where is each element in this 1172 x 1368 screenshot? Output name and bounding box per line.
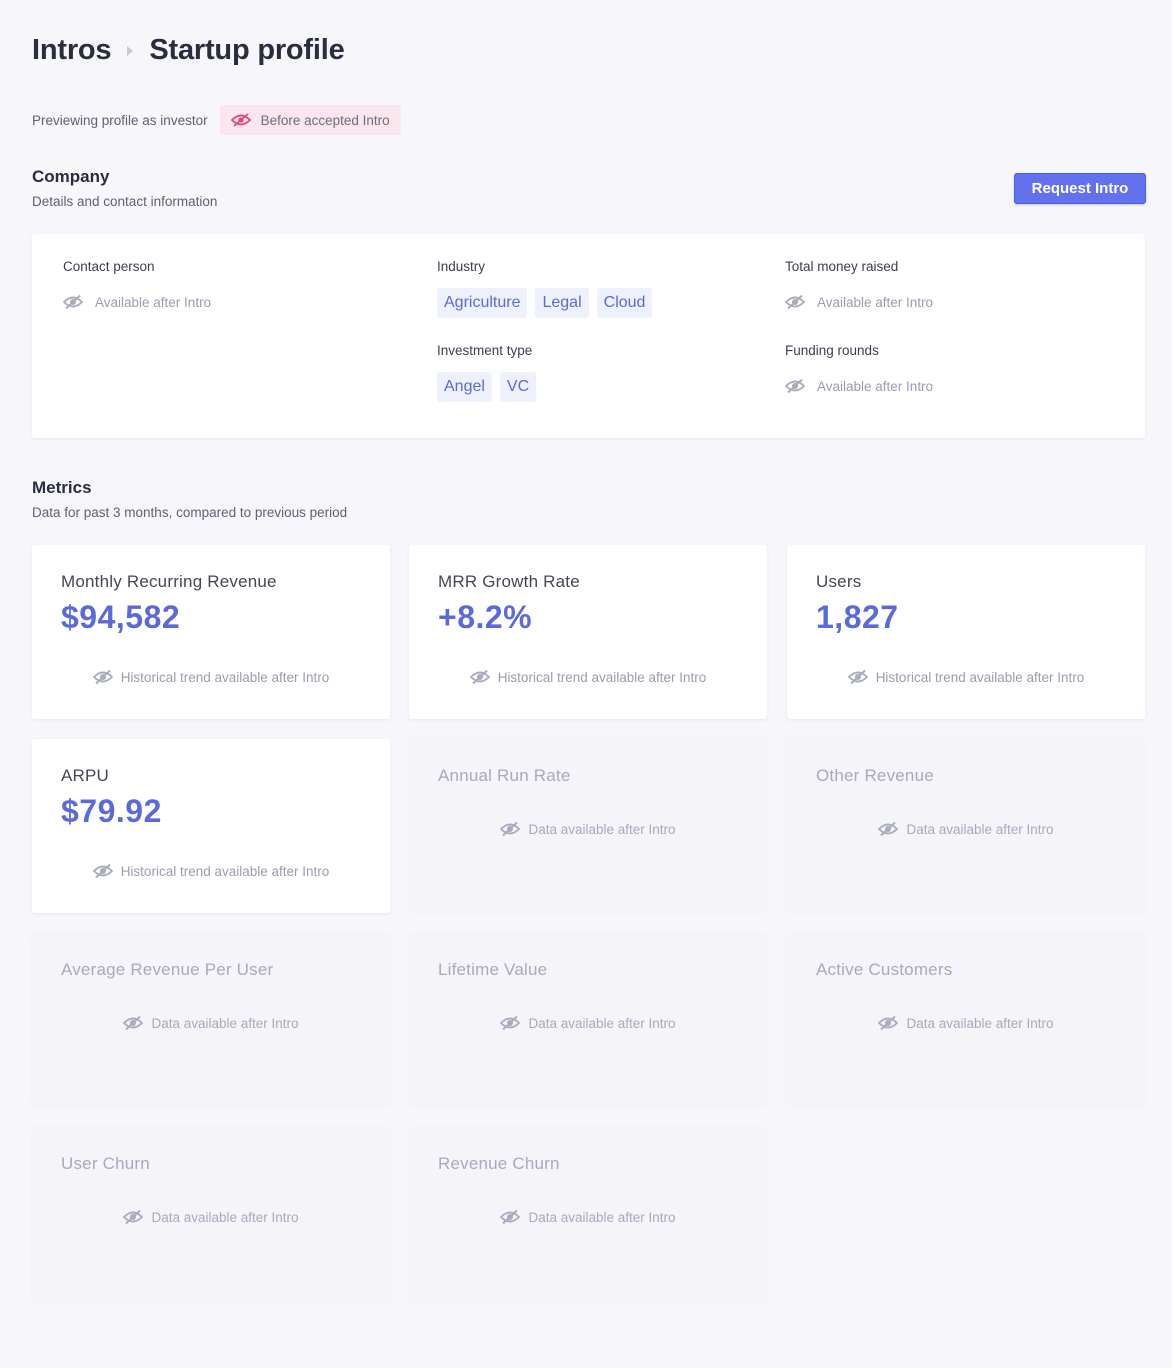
metric-note-text: Data available after Intro [528, 1015, 676, 1031]
chevron-right-icon [127, 45, 134, 56]
investment-type-tag: VC [499, 372, 537, 402]
eye-off-icon [469, 669, 490, 685]
money-raised-label: Total money raised [785, 259, 899, 274]
metric-locked-note: Data available after Intro [787, 1015, 1145, 1031]
metric-note-text: Data available after Intro [906, 821, 1054, 837]
metric-card: Monthly Recurring Revenue $94,582 Historic… [32, 545, 390, 719]
metric-title: Annual Run Rate [438, 766, 571, 785]
eye-off-icon [785, 294, 805, 310]
eye-off-icon [230, 113, 251, 127]
money-raised-field: Total money raised Available after Intro [785, 259, 933, 310]
metric-note-text: Data available after Intro [528, 1209, 676, 1225]
metric-card: Average Revenue Per User Data available a… [32, 933, 390, 1107]
metric-title: Lifetime Value [438, 960, 548, 979]
metric-note-text: Data available after Intro [151, 1209, 299, 1225]
contact-person-value: Available after Intro [95, 294, 212, 310]
metric-title: Users [816, 572, 862, 591]
breadcrumb: Intros Startup profile [32, 34, 345, 67]
metric-note-text: Historical trend available after Intro [875, 669, 1085, 685]
funding-rounds-value: Available after Intro [817, 378, 934, 394]
company-section-title: Company [32, 167, 110, 186]
industry-tag: Legal [535, 288, 589, 318]
metric-card: Revenue Churn Data available after Intro [409, 1127, 767, 1301]
breadcrumb-intros-link[interactable]: Intros [32, 34, 112, 67]
metrics-section-subtitle: Data for past 3 months, compared to prev… [32, 505, 348, 520]
preview-bar: Previewing profile as investor Before ac… [32, 105, 401, 135]
company-section-subtitle: Details and contact information [32, 194, 218, 209]
metric-locked-note: Data available after Intro [32, 1209, 390, 1225]
metric-card: Active Customers Data available after Int… [787, 933, 1145, 1107]
metrics-section-title: Metrics [32, 478, 92, 497]
metric-card: Other Revenue Data available after Intro [787, 739, 1145, 913]
metric-title: Average Revenue Per User [61, 960, 274, 979]
industry-tag-list: Agriculture Legal Cloud [437, 288, 660, 318]
metric-note-text: Historical trend available after Intro [120, 863, 330, 879]
metric-locked-note: Data available after Intro [409, 1015, 767, 1031]
industry-tag: Agriculture [437, 288, 528, 318]
eye-off-icon [878, 821, 899, 837]
metric-note-text: Data available after Intro [151, 1015, 299, 1031]
eye-off-icon [123, 1015, 144, 1031]
metric-note-text: Data available after Intro [528, 821, 676, 837]
eye-off-icon [63, 294, 83, 310]
metric-card: Users 1,827 Historical trend available aft… [787, 545, 1145, 719]
page-title: Startup profile [149, 34, 345, 66]
metric-locked-note: Historical trend available after Intro [409, 669, 767, 685]
investment-type-label: Investment type [437, 343, 533, 358]
metric-card: MRR Growth Rate +8.2% Historical trend ava… [409, 545, 767, 719]
company-details-card: Contact person Available after Intro Ind… [32, 234, 1145, 438]
investment-type-field: Investment type Angel VC [437, 343, 544, 402]
metric-title: Active Customers [816, 960, 953, 979]
metric-value: +8.2% [438, 599, 533, 635]
industry-label: Industry [437, 259, 486, 274]
funding-rounds-label: Funding rounds [785, 343, 879, 358]
metric-card: User Churn Data available after Intro [32, 1127, 390, 1301]
metric-locked-note: Historical trend available after Intro [32, 863, 390, 879]
metric-title: Revenue Churn [438, 1154, 560, 1173]
metric-locked-note: Data available after Intro [32, 1015, 390, 1031]
eye-off-icon [500, 821, 521, 837]
metric-locked-note: Historical trend available after Intro [32, 669, 390, 685]
eye-off-icon [500, 1015, 521, 1031]
funding-rounds-field: Funding rounds Available after Intro [785, 343, 933, 394]
metric-locked-note: Historical trend available after Intro [787, 669, 1145, 685]
metric-value: $94,582 [61, 599, 181, 635]
metric-value: $79.92 [61, 793, 162, 829]
metric-title: Other Revenue [816, 766, 934, 785]
eye-off-icon [500, 1209, 521, 1225]
preview-text: Previewing profile as investor [32, 112, 208, 128]
eye-off-icon [92, 863, 113, 879]
eye-off-icon [847, 669, 868, 685]
metric-locked-note: Data available after Intro [787, 821, 1145, 837]
industry-field: Industry Agriculture Legal Cloud [437, 259, 660, 318]
eye-off-icon [123, 1209, 144, 1225]
request-intro-button[interactable]: Request Intro [1014, 173, 1146, 204]
metric-note-text: Historical trend available after Intro [497, 669, 707, 685]
metric-value: 1,827 [816, 599, 899, 635]
metric-card: Lifetime Value Data available after Intro [409, 933, 767, 1107]
metric-title: User Churn [61, 1154, 150, 1173]
status-badge: Before accepted Intro [219, 105, 401, 135]
metric-card: ARPU $79.92 Historical trend available aft… [32, 739, 390, 913]
money-raised-value: Available after Intro [817, 294, 934, 310]
industry-tag: Cloud [596, 288, 653, 318]
contact-person-label: Contact person [63, 259, 155, 274]
eye-off-icon [785, 378, 805, 394]
metric-card: Annual Run Rate Data available after Intr… [409, 739, 767, 913]
investment-type-tag: Angel [437, 372, 492, 402]
metric-title: Monthly Recurring Revenue [61, 572, 277, 591]
metric-note-text: Data available after Intro [906, 1015, 1054, 1031]
status-badge-label: Before accepted Intro [260, 112, 390, 128]
eye-off-icon [878, 1015, 899, 1031]
metric-locked-note: Data available after Intro [409, 821, 767, 837]
metric-note-text: Historical trend available after Intro [120, 669, 330, 685]
metric-title: ARPU [61, 766, 110, 785]
metric-title: MRR Growth Rate [438, 572, 580, 591]
contact-person-field: Contact person Available after Intro [63, 259, 211, 310]
metric-locked-note: Data available after Intro [409, 1209, 767, 1225]
investment-tag-list: Angel VC [437, 372, 544, 402]
eye-off-icon [92, 669, 113, 685]
